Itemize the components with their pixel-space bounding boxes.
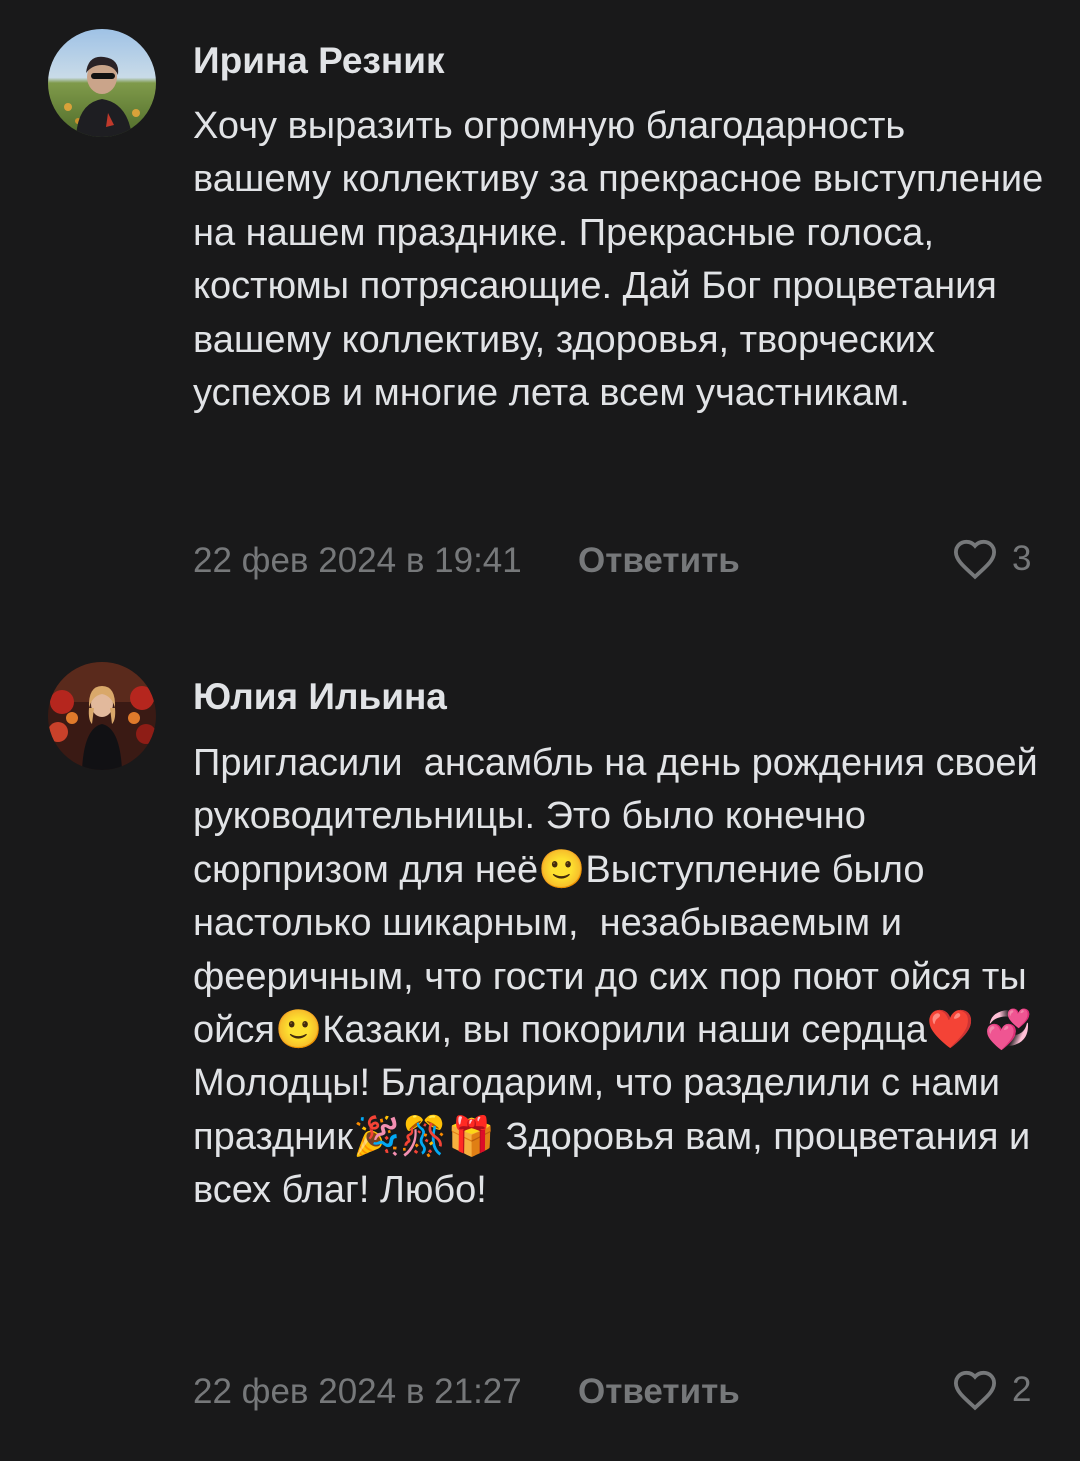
like-button[interactable]: 3 (952, 538, 1031, 580)
comment-date: 22 фев 2024 в 19:41 (193, 541, 522, 580)
reply-button[interactable]: Ответить (578, 541, 740, 581)
comment-date: 22 фев 2024 в 21:27 (193, 1372, 522, 1411)
comment-text: Пригласили ансамбль на день рождения сво… (193, 742, 1054, 1212)
author-name[interactable]: Юлия Ильина (193, 676, 447, 718)
like-button[interactable]: 2 (952, 1369, 1031, 1411)
heart-outline-icon (952, 538, 998, 580)
heart-outline-icon (952, 1369, 998, 1411)
comment-text: Хочу выразить огромную благодарность ваш… (193, 105, 1054, 415)
avatar[interactable] (48, 29, 156, 137)
reply-button[interactable]: Ответить (578, 1372, 740, 1412)
like-count: 3 (1012, 539, 1032, 578)
author-name[interactable]: Ирина Резник (193, 40, 444, 82)
avatar[interactable] (48, 662, 156, 770)
like-count: 2 (1012, 1370, 1032, 1409)
